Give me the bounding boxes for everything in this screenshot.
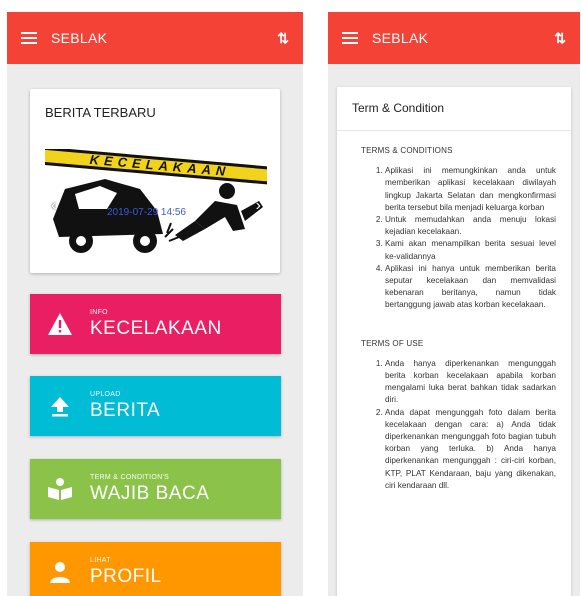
- info-kecelakaan-button[interactable]: INFO KECELAKAAN: [30, 294, 281, 354]
- terms-of-use-list: Anda hanya diperkenankan mengunggah beri…: [371, 358, 556, 492]
- list-item: Anda dapat mengunggah foto dalam berita …: [385, 407, 556, 492]
- terms-conditions-list: Aplikasi ini memungkinkan anda untuk mem…: [371, 165, 556, 311]
- person-icon: [30, 542, 90, 596]
- list-item: Anda hanya diperkenankan mengunggah beri…: [385, 358, 556, 407]
- terms-content: TERMS & CONDITIONS Aplikasi ini memungki…: [337, 131, 571, 492]
- hamburger-icon[interactable]: [21, 32, 37, 44]
- chevron-left-icon[interactable]: ‹: [51, 197, 56, 215]
- app-bar: SEBLAK ⇅: [328, 12, 580, 64]
- tile-big-label: BERITA: [90, 399, 161, 421]
- news-card: BERITA TERBARU KECELAKAAN ‹ › 2019-07-29…: [30, 89, 280, 273]
- app-bar: SEBLAK ⇅: [7, 12, 303, 64]
- book-reader-icon: [30, 459, 90, 519]
- app-title: SEBLAK: [372, 30, 429, 46]
- tile-small-label: INFO: [90, 308, 108, 316]
- list-item: Untuk memudahkan anda menuju lokasi keja…: [385, 214, 556, 238]
- term-condition-button[interactable]: TERM & CONDITION'S WAJIB BACA: [30, 459, 281, 519]
- news-card-title: BERITA TERBARU: [45, 105, 156, 120]
- list-item: Aplikasi ini hanya untuk memberikan beri…: [385, 263, 556, 312]
- hamburger-icon[interactable]: [342, 32, 358, 44]
- tile-small-label: LIHAT: [90, 556, 111, 564]
- upload-berita-button[interactable]: UPLOAD BERITA: [30, 376, 281, 436]
- list-item: Kami akan menampilkan berita sesuai leve…: [385, 238, 556, 262]
- sort-icon[interactable]: ⇅: [277, 31, 289, 45]
- terms-card-title: Term & Condition: [337, 87, 571, 131]
- news-date-caption: 2019-07-29 14:56: [107, 207, 186, 218]
- tile-big-label: PROFIL: [90, 565, 162, 587]
- app-title: SEBLAK: [51, 30, 108, 46]
- terms-card: Term & Condition TERMS & CONDITIONS Apli…: [337, 87, 571, 596]
- tile-small-label: UPLOAD: [90, 390, 121, 398]
- sort-icon[interactable]: ⇅: [554, 31, 566, 45]
- terms-screen: SEBLAK ⇅ Term & Condition TERMS & CONDIT…: [328, 12, 580, 596]
- list-item: Aplikasi ini memungkinkan anda untuk mem…: [385, 165, 556, 214]
- news-image-carousel[interactable]: KECELAKAAN ‹ › 2019-07-29 14:56: [45, 149, 267, 257]
- section-heading: TERMS & CONDITIONS: [361, 146, 453, 155]
- upload-icon: [30, 376, 90, 436]
- section-heading: TERMS OF USE: [361, 338, 424, 348]
- tile-big-label: WAJIB BACA: [90, 482, 210, 504]
- warning-icon: [30, 294, 90, 354]
- chevron-right-icon[interactable]: ›: [256, 197, 261, 215]
- home-screen: SEBLAK ⇅ BERITA TERBARU KECELAKAAN ‹ › 2…: [7, 12, 303, 596]
- lihat-profil-button[interactable]: LIHAT PROFIL: [30, 542, 281, 596]
- tile-big-label: KECELAKAAN: [90, 317, 222, 339]
- tile-small-label: TERM & CONDITION'S: [90, 473, 170, 481]
